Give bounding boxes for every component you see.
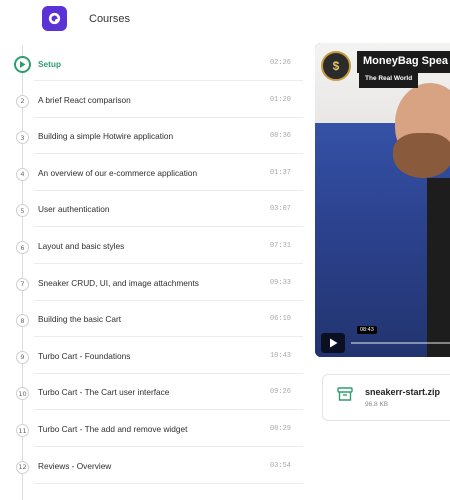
video-player[interactable]: $ MoneyBag Spea The Real World 08:43: [315, 43, 450, 357]
lesson-duration: 10:43: [269, 351, 291, 360]
lesson-number: 10: [16, 387, 29, 401]
archive-icon: [337, 387, 353, 401]
lesson-title[interactable]: Layout and basic styles: [38, 241, 124, 251]
lesson-duration: 08:29: [269, 425, 291, 433]
lesson-title[interactable]: Building the basic Cart: [38, 314, 121, 324]
attachment-size: 96.8 KB: [365, 401, 389, 408]
lesson-item[interactable]: 2 A brief React comparison 01:20: [0, 82, 303, 118]
lesson-item[interactable]: 7 Sneaker CRUD, UI, and image attachments…: [0, 265, 303, 301]
lesson-number: 5: [16, 204, 29, 218]
lesson-duration: 07:31: [269, 242, 291, 250]
lesson-number: 6: [16, 241, 29, 254]
app-logo[interactable]: [42, 6, 67, 31]
lesson-item[interactable]: 3 Building a simple Hotwire application 08…: [0, 118, 303, 155]
lesson-title[interactable]: Turbo Cart - Foundations: [38, 351, 130, 361]
lesson-duration: 03:54: [269, 461, 291, 470]
lesson-number: 12: [16, 460, 29, 474]
video-time-badge: 08:43: [357, 326, 377, 334]
attachment-filename[interactable]: sneakerr-start.zip: [365, 387, 440, 397]
channel-tag: The Real World: [359, 73, 419, 88]
lesson-item[interactable]: 12 Reviews - Overview 03:54: [0, 448, 303, 484]
lesson-title[interactable]: An overview of our e-commerce applicatio…: [38, 168, 197, 178]
lesson-number: 7: [16, 277, 29, 291]
lesson-number: 2: [16, 94, 29, 108]
logo-icon: [48, 12, 61, 25]
lesson-title[interactable]: Reviews - Overview: [38, 461, 111, 471]
channel-avatar[interactable]: $: [321, 51, 351, 81]
courses-link[interactable]: Courses: [89, 13, 130, 25]
lesson-item[interactable]: 6 Layout and basic styles 07:31: [0, 228, 303, 264]
attachment-card[interactable]: sneakerr-start.zip 96.8 KB: [322, 374, 450, 421]
lesson-title[interactable]: Sneaker CRUD, UI, and image attachments: [38, 278, 199, 288]
lesson-item[interactable]: 9 Turbo Cart - Foundations 10:43: [0, 338, 303, 374]
lesson-number: 11: [16, 424, 29, 437]
lesson-divider: [34, 482, 303, 484]
lesson-item[interactable]: Setup 02:26: [0, 45, 303, 81]
lesson-item[interactable]: 10 Turbo Cart - The Cart user interface 09…: [0, 374, 303, 411]
channel-name[interactable]: MoneyBag Spea: [357, 51, 450, 73]
video-subject-shirt: [427, 178, 450, 357]
active-lesson-marker: [14, 56, 31, 73]
lesson-item[interactable]: 5 User authentication 03:07: [0, 191, 303, 228]
lesson-duration: 06:10: [269, 315, 291, 324]
video-progress-track[interactable]: [351, 342, 450, 344]
lesson-title[interactable]: Setup: [38, 59, 61, 69]
lesson-item[interactable]: 11 Turbo Cart - The add and remove widget…: [0, 411, 303, 447]
lesson-duration: 03:07: [269, 205, 291, 214]
lesson-title[interactable]: Building a simple Hotwire application: [38, 131, 173, 141]
lesson-title[interactable]: A brief React comparison: [38, 95, 131, 105]
lesson-duration: 01:20: [269, 95, 291, 104]
lesson-title[interactable]: User authentication: [38, 204, 110, 214]
lesson-number: 4: [16, 167, 29, 181]
lesson-title[interactable]: Turbo Cart - The Cart user interface: [38, 387, 169, 397]
play-icon: [329, 338, 337, 348]
lesson-duration: 08:36: [269, 132, 291, 141]
app-header: Courses: [0, 0, 450, 40]
lesson-title[interactable]: Turbo Cart - The add and remove widget: [38, 424, 187, 434]
lesson-duration: 01:37: [269, 168, 291, 177]
lesson-number: 8: [16, 314, 29, 328]
lesson-duration: 09:33: [269, 278, 291, 287]
lesson-duration: 09:26: [269, 388, 291, 397]
lesson-duration: 02:26: [269, 59, 291, 67]
lesson-item[interactable]: 8 Building the basic Cart 06:10: [0, 301, 303, 338]
play-icon: [20, 61, 26, 68]
video-subject-beard: [393, 133, 450, 178]
lesson-item[interactable]: 4 An overview of our e-commerce applicati…: [0, 155, 303, 191]
lesson-number: 9: [16, 350, 29, 364]
lesson-number: 3: [16, 131, 29, 145]
play-button[interactable]: [321, 333, 345, 353]
